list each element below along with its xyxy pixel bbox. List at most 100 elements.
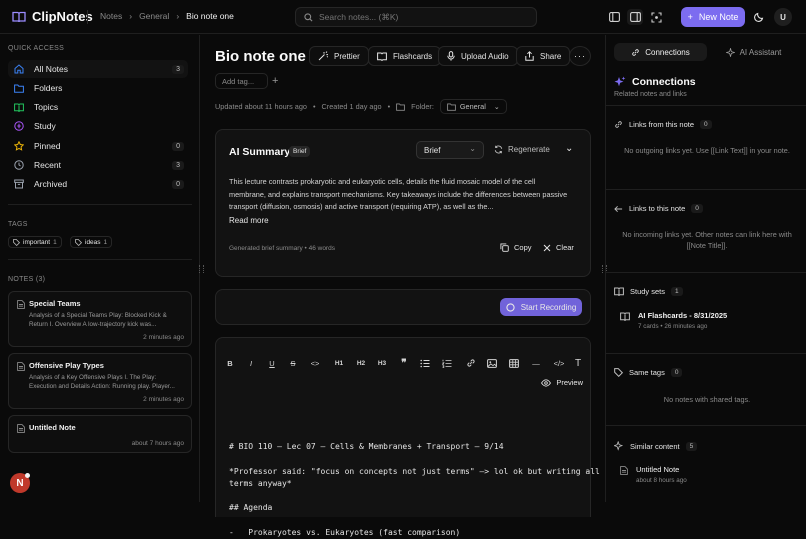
chevron-right-icon: › <box>129 11 133 21</box>
star-icon <box>14 141 24 151</box>
clear-button[interactable]: Clear <box>543 243 574 252</box>
tag-count: 1 <box>103 238 108 246</box>
sidebar-item-recent[interactable]: Recent 3 <box>8 156 188 174</box>
study-set-item[interactable]: AI Flashcards - 8/31/2025 7 cards • 26 m… <box>620 311 727 330</box>
link-icon <box>631 48 640 57</box>
folder-select[interactable]: General ⌄ <box>439 99 507 114</box>
tags-label: TAGS <box>8 221 28 228</box>
note-title: Offensive Play Types <box>29 361 104 370</box>
markdown-editor[interactable]: B I U S <> H1 H2 H3 ❞ — </> T Preview # … <box>215 337 600 537</box>
sidebar-item-pinned[interactable]: Pinned 0 <box>8 137 188 155</box>
share-button[interactable]: Share <box>516 46 571 66</box>
search-box[interactable] <box>295 7 537 27</box>
moon-icon[interactable] <box>751 9 767 25</box>
breadcrumb: Notes › General › Bio note one <box>100 11 234 21</box>
app-name: ClipNotes <box>32 9 93 24</box>
preview-toggle[interactable]: Preview <box>541 378 583 387</box>
code-block-button[interactable]: </> <box>552 356 566 370</box>
divider <box>606 272 806 273</box>
flashcards-button[interactable]: Flashcards <box>368 46 442 66</box>
numbered-list-icon[interactable] <box>440 356 454 370</box>
new-note-button[interactable]: + New Note <box>681 7 745 27</box>
note-excerpt: Analysis of a Special Teams Play: Blocke… <box>29 312 167 328</box>
connections-subheading: Related notes and links <box>614 91 687 98</box>
collapse-chevron-icon[interactable]: ⌄ <box>565 143 573 154</box>
add-tag-plus-icon[interactable]: + <box>272 75 278 87</box>
copy-label: Copy <box>514 243 532 252</box>
breadcrumb-general[interactable]: General <box>139 11 169 21</box>
folder-icon <box>396 102 405 111</box>
count-badge: 3 <box>172 160 184 170</box>
divider <box>606 189 806 190</box>
sparkle-icon <box>614 76 626 88</box>
sidebar-item-all-notes[interactable]: All Notes 3 <box>8 60 188 78</box>
bullet-list-icon[interactable] <box>418 356 432 370</box>
note-card[interactable]: Special Teams Analysis of a Special Team… <box>8 291 192 347</box>
links-from-section: Links from this note 0 <box>614 120 712 129</box>
underline-button[interactable]: U <box>265 356 279 370</box>
sidebar-item-study[interactable]: Study <box>8 117 188 135</box>
note-card[interactable]: Untitled Note about 7 hours ago <box>8 415 192 453</box>
search-input[interactable] <box>319 12 519 22</box>
dot-separator: • <box>312 102 316 111</box>
add-tag-input[interactable]: Add tag... <box>215 73 268 89</box>
bold-button[interactable]: B <box>223 356 237 370</box>
summary-mode-select[interactable]: Brief ⌄ <box>416 141 484 159</box>
section-label: Links to this note <box>629 204 686 213</box>
sidebar-item-archived[interactable]: Archived 0 <box>8 175 188 193</box>
heading2-button[interactable]: H2 <box>354 356 368 370</box>
book-icon <box>614 287 624 296</box>
refresh-icon <box>494 145 503 154</box>
divider <box>606 353 806 354</box>
similar-note-item[interactable]: Untitled Note about 8 hours ago <box>620 465 687 484</box>
sidebar-toggle-icon[interactable] <box>606 9 622 25</box>
notes-label: NOTES (3) <box>8 276 46 283</box>
copy-button[interactable]: Copy <box>500 243 532 252</box>
more-icon: ··· <box>574 51 586 61</box>
editor-line: # BIO 110 — Lec 07 — Cells & Membranes +… <box>229 442 504 451</box>
sidebar-item-topics[interactable]: Topics <box>8 98 188 116</box>
study-set-title: AI Flashcards - 8/31/2025 <box>638 311 728 320</box>
regenerate-label: Regenerate <box>508 145 550 154</box>
tag-icon <box>75 238 82 246</box>
sidebar-item-folders[interactable]: Folders <box>8 79 188 97</box>
focus-mode-icon[interactable] <box>648 9 664 25</box>
note-date: 2 minutes ago <box>143 334 184 341</box>
quote-button[interactable]: ❞ <box>397 356 411 370</box>
tab-connections[interactable]: Connections <box>614 43 707 61</box>
prettier-button[interactable]: Prettier <box>309 46 369 66</box>
preview-label: Preview <box>556 378 583 387</box>
user-avatar[interactable]: U <box>774 8 792 26</box>
clear-label: Clear <box>556 243 574 252</box>
image-icon[interactable] <box>485 356 499 370</box>
sidebar: QUICK ACCESS All Notes 3 Folders Topics … <box>0 35 200 502</box>
link-icon[interactable] <box>464 356 478 370</box>
section-label: Same tags <box>629 368 665 377</box>
italic-button[interactable]: I <box>244 356 258 370</box>
app-logo[interactable]: ClipNotes <box>12 9 93 24</box>
tab-ai-assistant[interactable]: AI Assistant <box>707 43 800 61</box>
heading3-button[interactable]: H3 <box>375 356 389 370</box>
code-button[interactable]: <> <box>308 356 322 370</box>
arrow-left-icon <box>614 205 623 213</box>
table-icon[interactable] <box>507 356 521 370</box>
tag-chip[interactable]: important 1 <box>8 236 62 248</box>
regenerate-button[interactable]: Regenerate <box>494 145 550 154</box>
summary-type-badge: Brief <box>289 146 311 157</box>
upload-audio-button[interactable]: Upload Audio <box>438 46 518 66</box>
start-recording-label: Start Recording <box>520 302 577 312</box>
more-options-button[interactable]: ··· <box>569 46 591 66</box>
tag-chip[interactable]: ideas 1 <box>70 236 113 248</box>
note-title[interactable]: Bio note one <box>215 48 306 65</box>
read-more-link[interactable]: Read more <box>229 216 269 225</box>
horizontal-rule-button[interactable]: — <box>529 356 543 370</box>
breadcrumb-notes[interactable]: Notes <box>100 11 122 21</box>
heading1-button[interactable]: H1 <box>332 356 346 370</box>
panel-toggle-icon[interactable] <box>627 9 643 25</box>
start-recording-button[interactable]: Start Recording <box>500 298 582 316</box>
clear-format-button[interactable]: T <box>571 356 585 370</box>
strikethrough-button[interactable]: S <box>286 356 300 370</box>
divider <box>606 105 806 106</box>
note-card[interactable]: Offensive Play Types Analysis of a Key O… <box>8 353 192 409</box>
note-icon <box>17 424 25 433</box>
